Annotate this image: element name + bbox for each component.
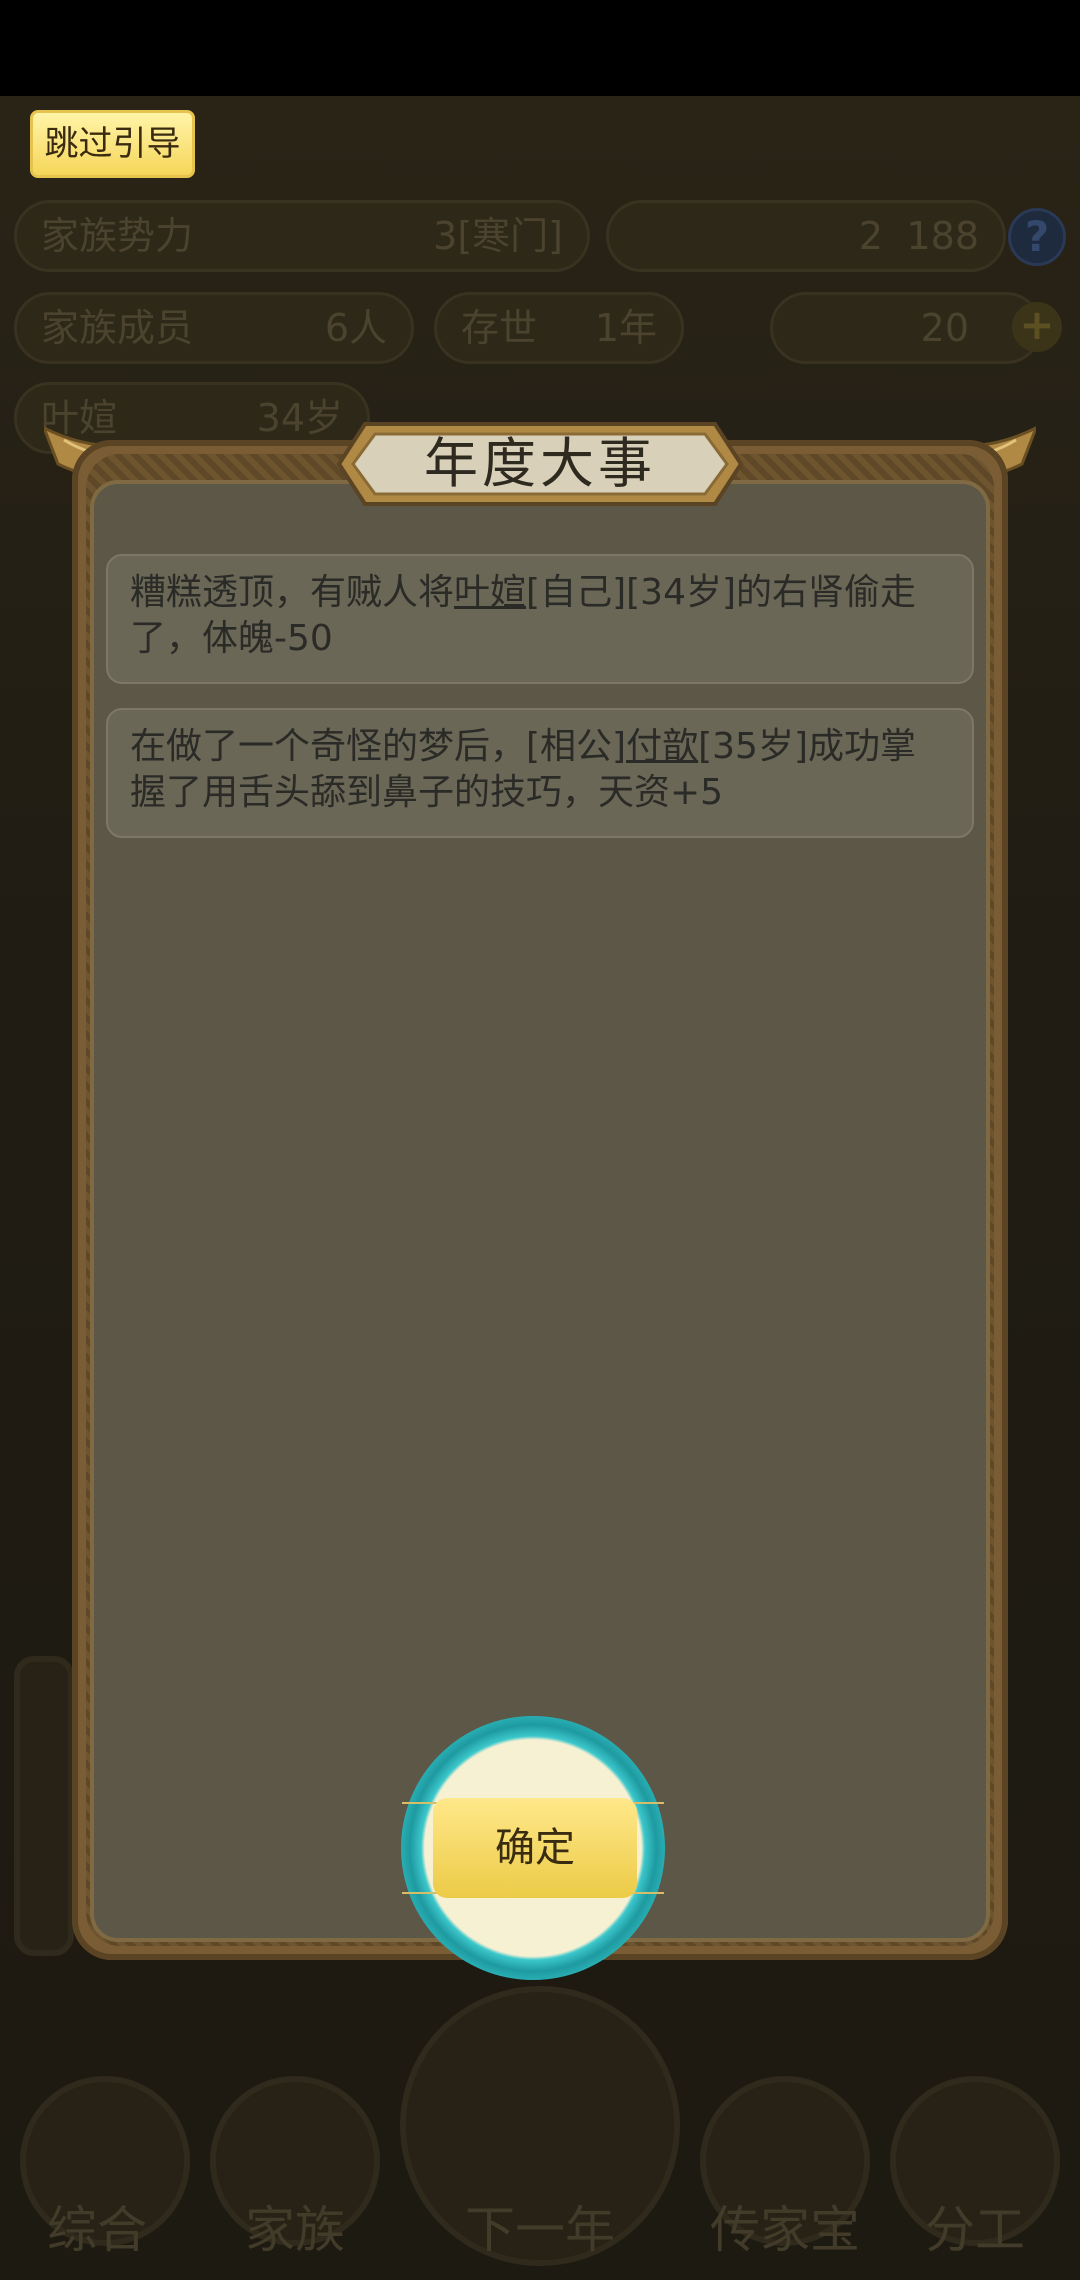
currency-b-value: 188 — [906, 214, 979, 258]
exist-label: 存世 — [461, 306, 538, 350]
exist-value: 1年 — [594, 306, 657, 350]
coins-value: 20 — [920, 306, 969, 350]
family-power-label: 家族势力 — [41, 214, 194, 258]
character-link[interactable]: 叶媗 — [454, 572, 526, 613]
event-item: 在做了一个奇怪的梦后，[相公]付歆[35岁]成功掌握了用舌头舔到鼻子的技巧，天资… — [106, 708, 974, 838]
status-bar — [0, 0, 1080, 96]
family-power-value: 3[寒门] — [433, 214, 563, 258]
add-coins-icon[interactable]: + — [1012, 302, 1062, 352]
family-members-value: 6人 — [324, 306, 387, 350]
event-item: 糟糕透顶，有贼人将叶媗[自己][34岁]的右肾偷走了，体魄-50 — [106, 554, 974, 684]
tab-heirloom[interactable]: 传家宝 — [700, 2190, 870, 2262]
dialog-title: 年度大事 — [424, 432, 656, 495]
event-text: 糟糕透顶，有贼人将 — [130, 572, 455, 613]
tab-next-year[interactable]: 下一年 — [440, 2190, 640, 2262]
exist-row: 存世 1年 — [434, 292, 684, 364]
family-members-label: 家族成员 — [41, 306, 194, 350]
tab-general[interactable]: 综合 — [12, 2190, 182, 2262]
family-power-row: 家族势力 3[寒门] — [14, 200, 590, 272]
side-panel-shape — [14, 1656, 74, 1956]
event-text: 在做了一个奇怪的梦后，[相公] — [130, 726, 627, 767]
skip-guide-button[interactable]: 跳过引导 — [30, 110, 195, 178]
tab-assign[interactable]: 分工 — [890, 2190, 1060, 2262]
confirm-button[interactable]: 确定 — [433, 1798, 637, 1898]
character-link[interactable]: 付歆 — [626, 726, 698, 767]
currency-row: 2 188 — [606, 200, 1006, 272]
coins-row: 20 — [770, 292, 1042, 364]
currency-a-value: 2 — [858, 214, 883, 258]
family-members-row: 家族成员 6人 — [14, 292, 414, 364]
tab-family[interactable]: 家族 — [210, 2190, 380, 2262]
help-icon[interactable]: ? — [1008, 208, 1066, 266]
